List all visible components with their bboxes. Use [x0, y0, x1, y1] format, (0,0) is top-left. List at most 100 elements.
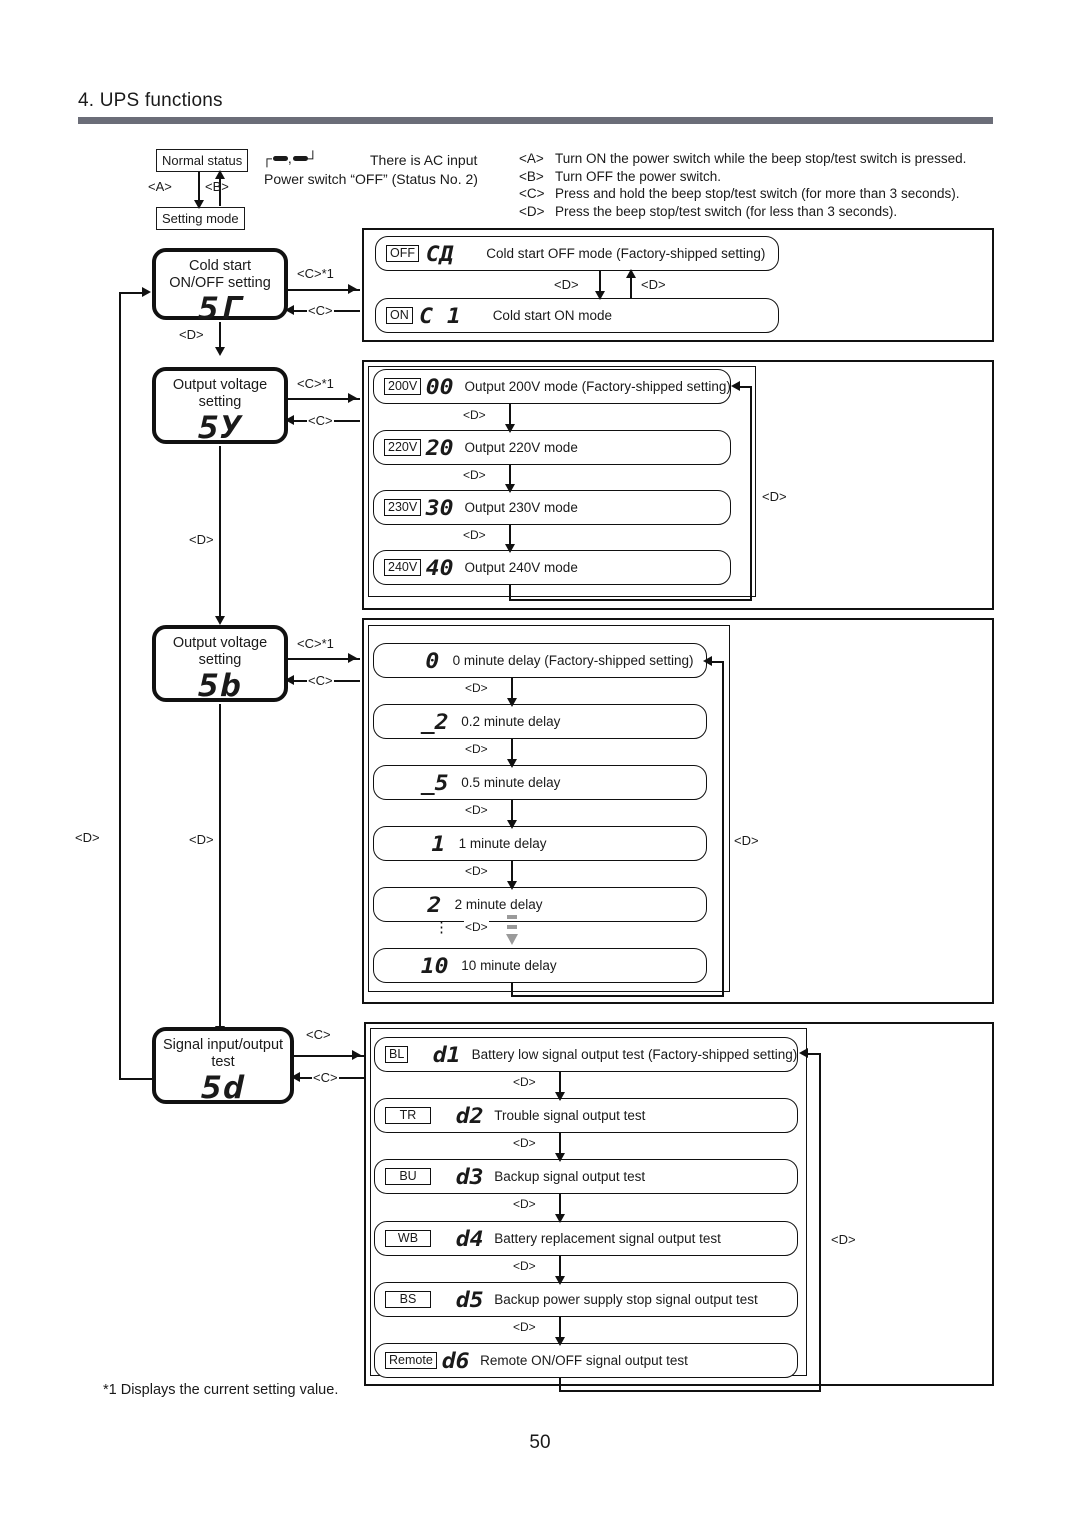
option-row-220v: 220V 20 Output 220V mode: [373, 430, 731, 465]
option-code-30: 30: [425, 495, 454, 520]
option-row-cold-start-on: ON С 1 Cold start ON mode: [375, 298, 779, 333]
exit-label-1: <C>: [307, 303, 334, 318]
option-row-delay-0: 0 0 minute delay (Factory-shipped settin…: [373, 643, 707, 678]
state-title-delay: Output voltage setting: [172, 635, 268, 668]
cold-start-up-label: <D>: [640, 277, 667, 292]
state-code-delay: 5b: [197, 668, 243, 704]
option-text-wb: Battery replacement signal output test: [494, 1231, 721, 1246]
enter-arrowhead-2: [348, 393, 357, 403]
ac-input-symbol: ┌, ┘: [262, 150, 319, 166]
page-number: 50: [529, 1432, 551, 1453]
next-arrowhead-2: [215, 616, 225, 625]
signal-loop-top: [808, 1053, 821, 1055]
option-code-40: 40: [425, 555, 454, 580]
option-code-d4: d4: [455, 1226, 484, 1251]
voltage-step-arrowhead-2: [505, 484, 515, 493]
exit-label-4: <C>: [312, 1070, 339, 1085]
enter-arrowhead-3: [348, 653, 357, 663]
option-row-delay-05: _5 0.5 minute delay: [373, 765, 707, 800]
option-code-delay-2: 2: [427, 892, 442, 917]
delay-step-arrowhead-4: [507, 881, 517, 890]
legend-row-b: <B> Turn OFF the power switch.: [519, 168, 966, 186]
option-code-c1: С 1: [418, 303, 461, 328]
legend-row-c: <C> Press and hold the beep stop/test swi…: [519, 185, 966, 203]
transition-a-label: <A>: [148, 179, 172, 194]
legend-row-a: <A> Turn ON the power switch while the be…: [519, 150, 966, 168]
option-tag-bl: BL: [385, 1046, 409, 1063]
option-row-bl: BL d1 Battery low signal output test (Fa…: [374, 1037, 798, 1072]
legend-key-d: <D>: [519, 203, 545, 219]
option-row-tr: TR d2 Trouble signal output test: [374, 1098, 798, 1133]
option-tag-tr: TR: [385, 1107, 431, 1124]
option-tag-bs: BS: [385, 1291, 431, 1308]
option-row-wb: WB d4 Battery replacement signal output …: [374, 1221, 798, 1256]
voltage-loop-top: [740, 386, 752, 388]
delay-loop-right: [722, 661, 724, 997]
option-code-delay-0: 0: [425, 648, 440, 673]
option-tag-230v: 230V: [384, 499, 422, 516]
operation-legend: <A> Turn ON the power switch while the be…: [519, 150, 966, 220]
cold-start-up-line: [630, 275, 632, 299]
exit-arrowhead-1: [285, 305, 294, 315]
legend-text-c: Press and hold the beep stop/test switch…: [555, 186, 960, 201]
option-row-delay-1: 1 1 minute delay: [373, 826, 707, 861]
voltage-loop-label: <D>: [761, 489, 788, 504]
option-row-bs: BS d5 Backup power supply stop signal ou…: [374, 1282, 798, 1317]
signal-loop-right: [819, 1053, 821, 1392]
return-rail-vertical: [119, 292, 121, 1080]
option-code-20: 20: [425, 435, 454, 460]
option-text-delay-0: 0 minute delay (Factory-shipped setting): [452, 653, 694, 668]
option-code-d5: d5: [455, 1287, 484, 1312]
enter-label-4: <C>: [305, 1027, 332, 1042]
transition-b-label: <B>: [205, 179, 229, 194]
state-code-signal-test: 5d: [200, 1070, 246, 1106]
delay-dashed-arrowhead: [506, 934, 518, 945]
option-text-bs: Backup power supply stop signal output t…: [494, 1292, 758, 1307]
voltage-step-arrowhead-3: [505, 544, 515, 553]
voltage-step-label-2: <D>: [462, 468, 487, 482]
next-label-2: <D>: [188, 532, 215, 547]
exit-arrowhead-3: [285, 675, 294, 685]
state-title-signal-test: Signal input/output test: [162, 1037, 284, 1070]
cold-start-down-label: <D>: [553, 277, 580, 292]
delay-loop-arrowhead: [703, 656, 712, 666]
option-tag-on: ON: [386, 307, 413, 324]
option-tag-bu: BU: [385, 1168, 431, 1185]
option-tag-200v: 200V: [384, 378, 422, 395]
cold-start-down-arrowhead: [595, 291, 605, 300]
next-line-1: [219, 322, 221, 350]
delay-step-arrowhead-3: [507, 820, 517, 829]
legend-row-d: <D> Press the beep stop/test switch (for …: [519, 203, 966, 221]
signal-step-arrowhead-5: [555, 1337, 565, 1346]
option-text-tr: Trouble signal output test: [494, 1108, 646, 1123]
voltage-step-label-3: <D>: [462, 528, 487, 542]
option-code-d6: d6: [441, 1348, 470, 1373]
option-text-delay-10: 10 minute delay: [461, 958, 557, 973]
enter-label-2: <C>*1: [296, 376, 335, 391]
delay-dashed-seg-2: [507, 925, 517, 929]
delay-dashed-seg-1: [507, 915, 517, 919]
power-switch-status-text: Power switch “OFF” (Status No. 2): [264, 171, 478, 187]
signal-loop-bottom: [559, 1390, 821, 1392]
panel-delay-inner: [368, 625, 730, 992]
return-rail-label: <D>: [74, 830, 101, 845]
signal-loop-arrowhead: [799, 1048, 808, 1058]
delay-step-arrowhead-1: [507, 698, 517, 707]
footnote: *1 Displays the current setting value.: [103, 1382, 339, 1398]
delay-ellipsis: ⋮: [434, 919, 449, 936]
signal-step-arrowhead-4: [555, 1276, 565, 1285]
next-line-3: [219, 704, 221, 1029]
delay-loop-label: <D>: [733, 833, 760, 848]
legend-text-a: Turn ON the power switch while the beep …: [555, 151, 967, 166]
bracket-close-icon: ┘: [307, 150, 319, 166]
header-rule: [78, 117, 993, 124]
option-row-delay-2: 2 2 minute delay: [373, 887, 707, 922]
legend-text-d: Press the beep stop/test switch (for les…: [555, 203, 898, 219]
exit-label-3: <C>: [307, 673, 334, 688]
legend-text-b: Turn OFF the power switch.: [555, 168, 722, 184]
delay-step-label-4: <D>: [464, 864, 489, 878]
option-tag-240v: 240V: [384, 559, 422, 576]
delay-loop-bottom: [511, 995, 724, 997]
setting-mode-box: Setting mode: [156, 207, 245, 230]
option-code-00: 00: [425, 374, 454, 399]
